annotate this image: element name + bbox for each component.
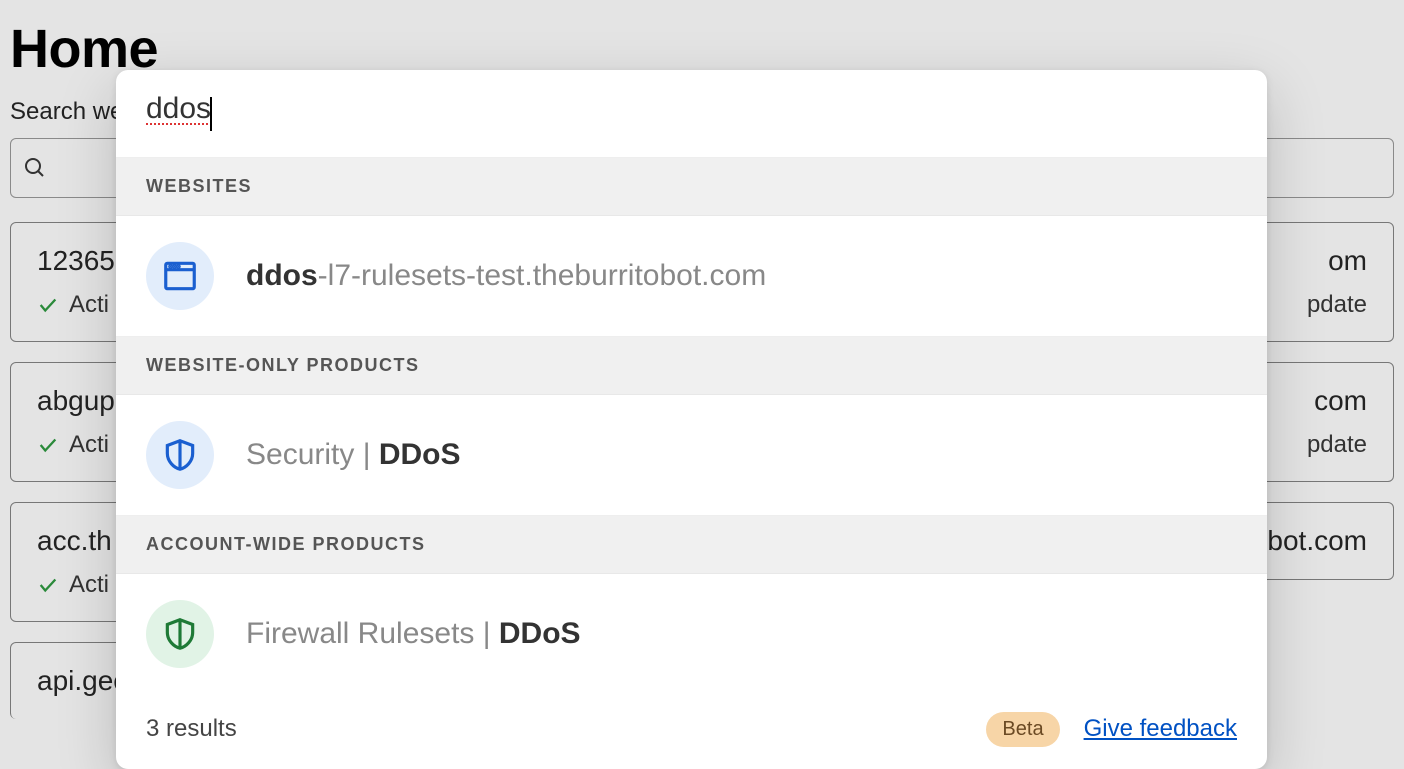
result-count: 3 results (146, 715, 986, 743)
check-icon (37, 574, 59, 596)
result-security-ddos[interactable]: Security | DDoS (116, 395, 1267, 516)
result-text: Security | DDoS (246, 438, 461, 472)
status-text: Acti (69, 291, 109, 319)
check-icon (37, 294, 59, 316)
modal-search-row: ddos (116, 70, 1267, 158)
shield-icon (146, 600, 214, 668)
section-websites: WEBSITES (116, 158, 1267, 216)
shield-icon (146, 421, 214, 489)
text-caret (210, 97, 212, 131)
result-text: ddos-l7-rulesets-test.theburritobot.com (246, 259, 766, 293)
check-icon (37, 434, 59, 456)
status-text: Acti (69, 571, 109, 599)
status-text: Acti (69, 431, 109, 459)
result-text: Firewall Rulesets | DDoS (246, 617, 581, 651)
search-icon (23, 156, 47, 180)
page-title: Home (0, 0, 1404, 80)
result-website[interactable]: ddos-l7-rulesets-test.theburritobot.com (116, 216, 1267, 337)
window-icon (146, 242, 214, 310)
section-account-wide: ACCOUNT-WIDE PRODUCTS (116, 516, 1267, 574)
search-modal: ddos WEBSITES ddos-l7-rulesets-test.theb… (116, 70, 1267, 769)
beta-badge: Beta (986, 712, 1059, 747)
result-firewall-ddos[interactable]: Firewall Rulesets | DDoS (116, 574, 1267, 694)
modal-footer: 3 results Beta Give feedback (116, 694, 1267, 769)
section-website-only: WEBSITE-ONLY PRODUCTS (116, 337, 1267, 395)
give-feedback-link[interactable]: Give feedback (1084, 715, 1237, 743)
modal-search-input[interactable]: ddos (146, 92, 211, 125)
